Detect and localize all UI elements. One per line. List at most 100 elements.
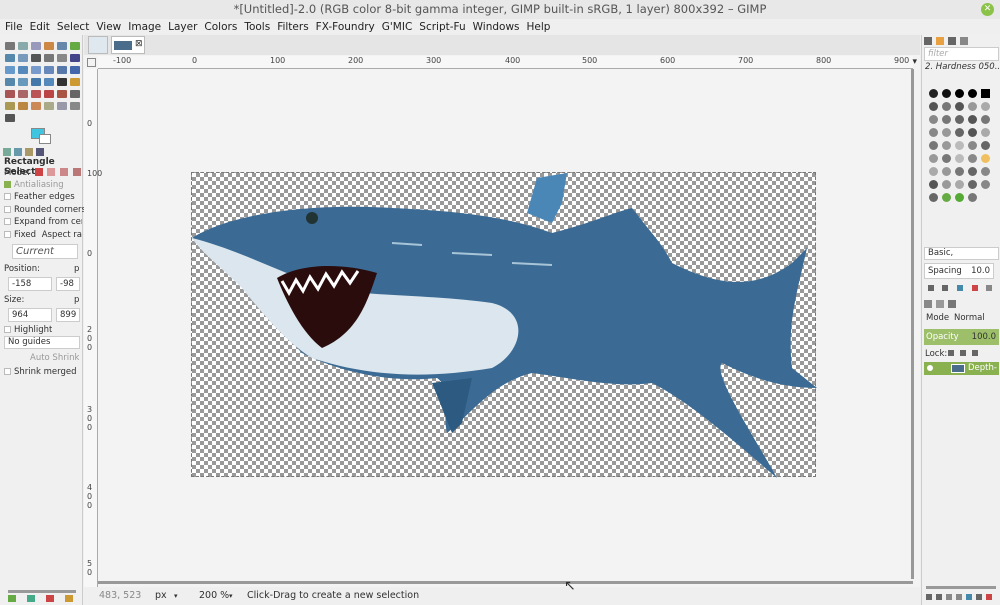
vertical-scrollbar[interactable]: [911, 69, 914, 579]
device-status-tab-icon[interactable]: [14, 148, 22, 156]
brush-item[interactable]: [968, 180, 977, 189]
brush-item[interactable]: [981, 180, 990, 189]
layer-mode-select[interactable]: Normal: [954, 313, 985, 323]
menu-script-fu[interactable]: Script-Fu: [419, 19, 465, 35]
channels-tab-icon[interactable]: [936, 300, 944, 308]
menu-layer[interactable]: Layer: [168, 19, 197, 35]
zoom-tool-icon[interactable]: [44, 54, 54, 62]
brush-item[interactable]: [942, 193, 951, 202]
brush-item[interactable]: [968, 115, 977, 124]
image-canvas[interactable]: [191, 172, 817, 478]
brush-item[interactable]: [942, 89, 951, 98]
zoom-dropdown-icon[interactable]: ▾: [229, 587, 233, 605]
menu-select[interactable]: Select: [57, 19, 89, 35]
brush-item[interactable]: [981, 154, 990, 163]
fonts-tab-icon[interactable]: [948, 37, 956, 45]
gradients-tab-icon[interactable]: [960, 37, 968, 45]
move-tool-icon[interactable]: [70, 54, 80, 62]
eraser-tool-icon[interactable]: [44, 90, 54, 98]
ellipse-select-tool-icon[interactable]: [18, 42, 28, 50]
brush-item[interactable]: [942, 141, 951, 150]
undo-history-tab-icon[interactable]: [25, 148, 33, 156]
close-button[interactable]: ✕: [981, 3, 994, 16]
patterns-tab-icon[interactable]: [936, 37, 944, 45]
shear-tool-icon[interactable]: [57, 66, 67, 74]
unit-dropdown-icon[interactable]: ▾: [174, 587, 178, 605]
menu-windows[interactable]: Windows: [473, 19, 520, 35]
duplicate-layer-icon[interactable]: [966, 594, 972, 600]
fixed-checkbox[interactable]: [4, 231, 11, 238]
foreground-select-tool-icon[interactable]: [5, 54, 15, 62]
brush-item[interactable]: [955, 167, 964, 176]
flip-tool-icon[interactable]: [5, 78, 15, 86]
layer-row[interactable]: Depth-: [924, 362, 999, 375]
tool-options-tab-icon[interactable]: [3, 148, 11, 156]
highlight-option[interactable]: Highlight: [4, 325, 52, 335]
brush-item[interactable]: [981, 128, 990, 137]
rounded-corners-option[interactable]: Rounded corners: [4, 205, 86, 215]
perspective-clone-tool-icon[interactable]: [31, 102, 41, 110]
menu-gmic[interactable]: G'MIC: [382, 19, 413, 35]
brushes-tab-icon[interactable]: [924, 37, 932, 45]
mode-replace-icon[interactable]: [34, 168, 43, 176]
opacity-slider[interactable]: Opacity 100.0: [924, 329, 999, 345]
menu-file[interactable]: File: [5, 19, 23, 35]
unit-select[interactable]: px: [155, 587, 167, 605]
quick-mask-menu-icon[interactable]: [87, 58, 96, 67]
rounded-corners-checkbox[interactable]: [4, 206, 11, 213]
menu-image[interactable]: Image: [128, 19, 161, 35]
anchor-layer-icon[interactable]: [976, 594, 982, 600]
size-width-input[interactable]: 964: [8, 308, 52, 322]
brush-item[interactable]: [968, 89, 977, 98]
brush-item[interactable]: [955, 115, 964, 124]
paintbrush-tool-icon[interactable]: [31, 90, 41, 98]
brush-item[interactable]: [929, 141, 938, 150]
horizontal-scrollbar[interactable]: [98, 581, 913, 584]
dropper-tool-icon[interactable]: [5, 114, 15, 122]
mode-add-icon[interactable]: [47, 168, 56, 176]
lower-layer-icon[interactable]: [956, 594, 962, 600]
lock-position-icon[interactable]: [960, 350, 966, 356]
edit-brush-icon[interactable]: [928, 285, 934, 291]
brush-item[interactable]: [942, 115, 951, 124]
menu-fx-foundry[interactable]: FX-Foundry: [316, 19, 375, 35]
brush-item[interactable]: [942, 102, 951, 111]
ink-tool-icon[interactable]: [70, 90, 80, 98]
brush-item[interactable]: [981, 167, 990, 176]
mode-intersect-icon[interactable]: [72, 168, 81, 176]
aspect-ratio-input[interactable]: Current: [12, 244, 78, 259]
duplicate-brush-icon[interactable]: [957, 285, 963, 291]
size-unit[interactable]: p: [74, 295, 79, 305]
crop-tool-icon[interactable]: [18, 66, 28, 74]
highlight-checkbox[interactable]: [4, 326, 11, 333]
active-image-tab[interactable]: ⊠: [111, 36, 145, 54]
toolbox-scrollbar[interactable]: [8, 590, 76, 593]
brush-item[interactable]: [955, 89, 964, 98]
brush-item[interactable]: [929, 180, 938, 189]
fixed-option[interactable]: Fixed Aspect rat: [4, 230, 82, 240]
scale-tool-icon[interactable]: [44, 66, 54, 74]
brush-item[interactable]: [929, 193, 938, 202]
images-tab-icon[interactable]: [36, 148, 44, 156]
close-tab-icon[interactable]: ⊠: [135, 39, 143, 49]
paths-tool-icon[interactable]: [18, 54, 28, 62]
restore-options-icon[interactable]: [27, 595, 35, 602]
text-tool-icon[interactable]: [57, 78, 67, 86]
feather-edges-checkbox[interactable]: [4, 193, 11, 200]
brush-item[interactable]: [942, 128, 951, 137]
shrink-merged-option[interactable]: Shrink merged: [4, 367, 77, 377]
antialiasing-option[interactable]: Antialiasing: [4, 180, 64, 190]
rotate-tool-icon[interactable]: [31, 66, 41, 74]
position-y-input[interactable]: -98: [56, 277, 80, 291]
menu-tools[interactable]: Tools: [244, 19, 270, 35]
brush-item[interactable]: [929, 128, 938, 137]
pencil-tool-icon[interactable]: [18, 90, 28, 98]
brush-item[interactable]: [968, 193, 977, 202]
new-layer-icon[interactable]: [926, 594, 932, 600]
navigate-icon[interactable]: ▾: [912, 57, 917, 67]
size-height-input[interactable]: 899: [56, 308, 80, 322]
airbrush-tool-icon[interactable]: [57, 90, 67, 98]
unified-transform-tool-icon[interactable]: [44, 78, 54, 86]
vertical-ruler[interactable]: 0 100 0 2 0 0 3 0 0 4 0 0 5 0: [84, 69, 102, 587]
rect-select-tool-icon[interactable]: [5, 42, 15, 50]
